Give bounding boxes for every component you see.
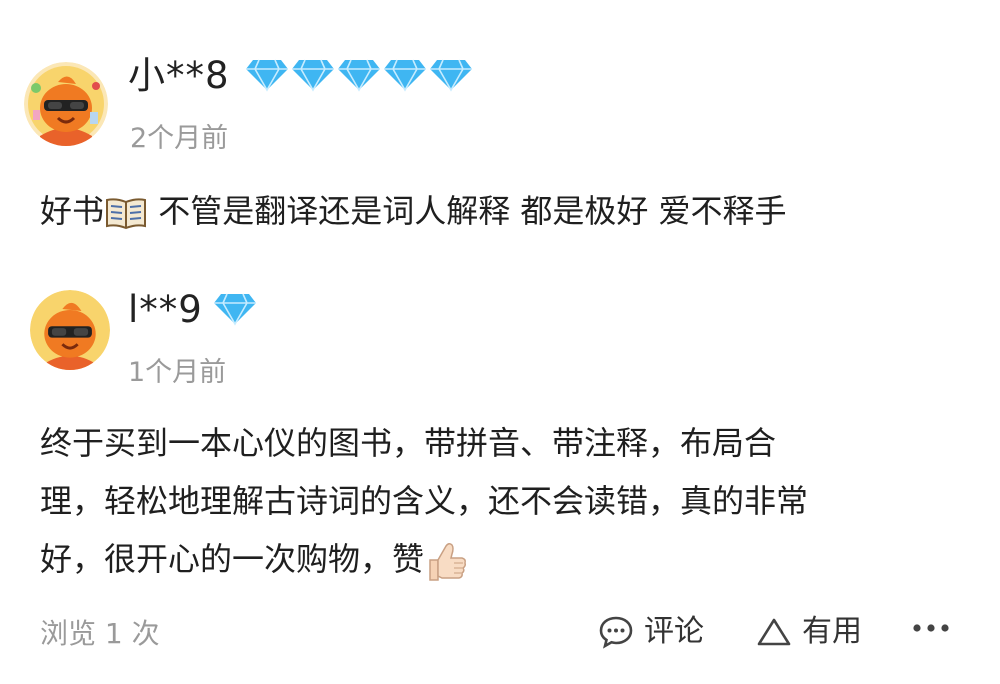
diamond-icon [338,59,380,92]
review-text-line-last: 好，很开心的一次购物，赞 [40,530,808,588]
comment-button[interactable]: 评论 [598,612,704,652]
open-book-icon [106,198,147,230]
user-level-badge [244,58,474,92]
user-level-badge [212,292,258,326]
useful-button[interactable]: 有用 [756,612,862,652]
useful-label: 有用 [802,614,862,649]
review-text-part: 不管是翻译还是词人解释 都是极好 爱不释手 [148,192,787,230]
triangle-up-icon [757,618,791,646]
review-text: 终于买到一本心仪的图书，带拼音、带注释，布局合 理，轻松地理解古诗词的含义，还不… [40,414,808,588]
diamond-icon [214,293,256,326]
review-time: 2个月前 [130,123,229,154]
mascot-avatar-icon [30,290,110,370]
review-text-line: 终于买到一本心仪的图书，带拼音、带注释，布局合 [40,424,777,462]
avatar[interactable] [24,62,108,146]
more-button[interactable] [912,622,960,634]
review-text-line: 理，轻松地理解古诗词的含义，还不会读错，真的非常 [40,482,809,520]
thumbs-up-icon [429,542,467,581]
review-text-part: 好，很开心的一次购物，赞 [40,540,425,578]
review-text: 好书 不管是翻译还是词人解释 都是极好 爱不释手 [40,182,787,240]
comment-icon [599,616,633,649]
review-time: 1个月前 [128,357,227,388]
comment-label: 评论 [644,614,704,649]
diamond-icon [430,59,472,92]
mascot-avatar-icon [24,62,108,146]
username[interactable]: 小**8 [128,54,230,98]
review-footer: 浏览 1 次 评论 有用 [0,600,1000,670]
view-count: 浏览 1 次 [40,617,160,650]
more-icon [913,624,949,632]
review-text-part: 好书 [40,192,105,230]
username[interactable]: l**9 [128,288,203,332]
diamond-icon [292,59,334,92]
diamond-icon [384,59,426,92]
diamond-icon [246,59,288,92]
avatar[interactable] [30,290,110,370]
